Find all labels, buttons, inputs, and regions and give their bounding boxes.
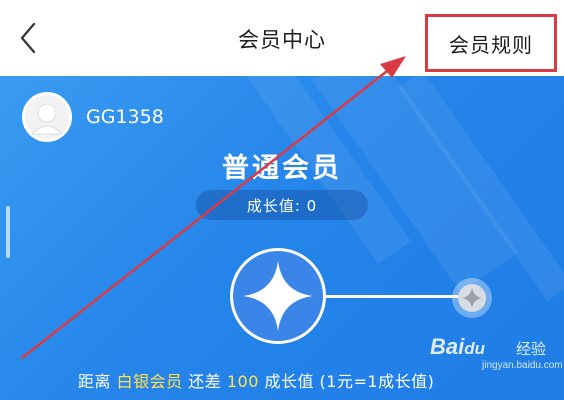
next-level-badge[interactable] [452, 278, 492, 318]
membership-hero: GG1358 普通会员 成长值: 0 距离 白银会员 还差 100 成长值 (1… [0, 76, 564, 400]
top-navigation-bar: 会员中心 会员规则 [0, 0, 564, 76]
baidu-jingyan-watermark: Baidu 经验 jingyan.baidu.com [430, 332, 563, 376]
user-avatar[interactable] [22, 92, 72, 142]
upgrade-hint-prefix: 距离 [78, 372, 112, 391]
current-level-badge[interactable] [230, 248, 326, 344]
upgrade-hint-suffix: 成长值 (1元=1成长值) [264, 372, 435, 391]
four-point-star-icon [243, 261, 313, 331]
four-point-star-icon [462, 288, 482, 308]
next-level-badge-inner [458, 284, 486, 312]
membership-level: 普通会员 [222, 153, 342, 184]
username: GG1358 [86, 106, 164, 128]
growth-value-badge: 成长值: 0 [196, 190, 368, 220]
watermark-jingyan: 经验 [516, 340, 547, 358]
watermark-brand: Baidu [430, 334, 486, 359]
level-progress-line [326, 295, 470, 298]
points-needed: 100 [226, 372, 259, 391]
watermark-url: jingyan.baidu.com [482, 360, 563, 371]
next-level-name: 白银会员 [116, 372, 183, 391]
upgrade-hint: 距离 白银会员 还差 100 成长值 (1元=1成长值) [78, 368, 434, 392]
upgrade-hint-middle: 还差 [188, 372, 222, 391]
member-rules-button[interactable]: 会员规则 [425, 14, 557, 72]
scroll-indicator [6, 206, 10, 258]
default-avatar-icon [25, 95, 69, 139]
